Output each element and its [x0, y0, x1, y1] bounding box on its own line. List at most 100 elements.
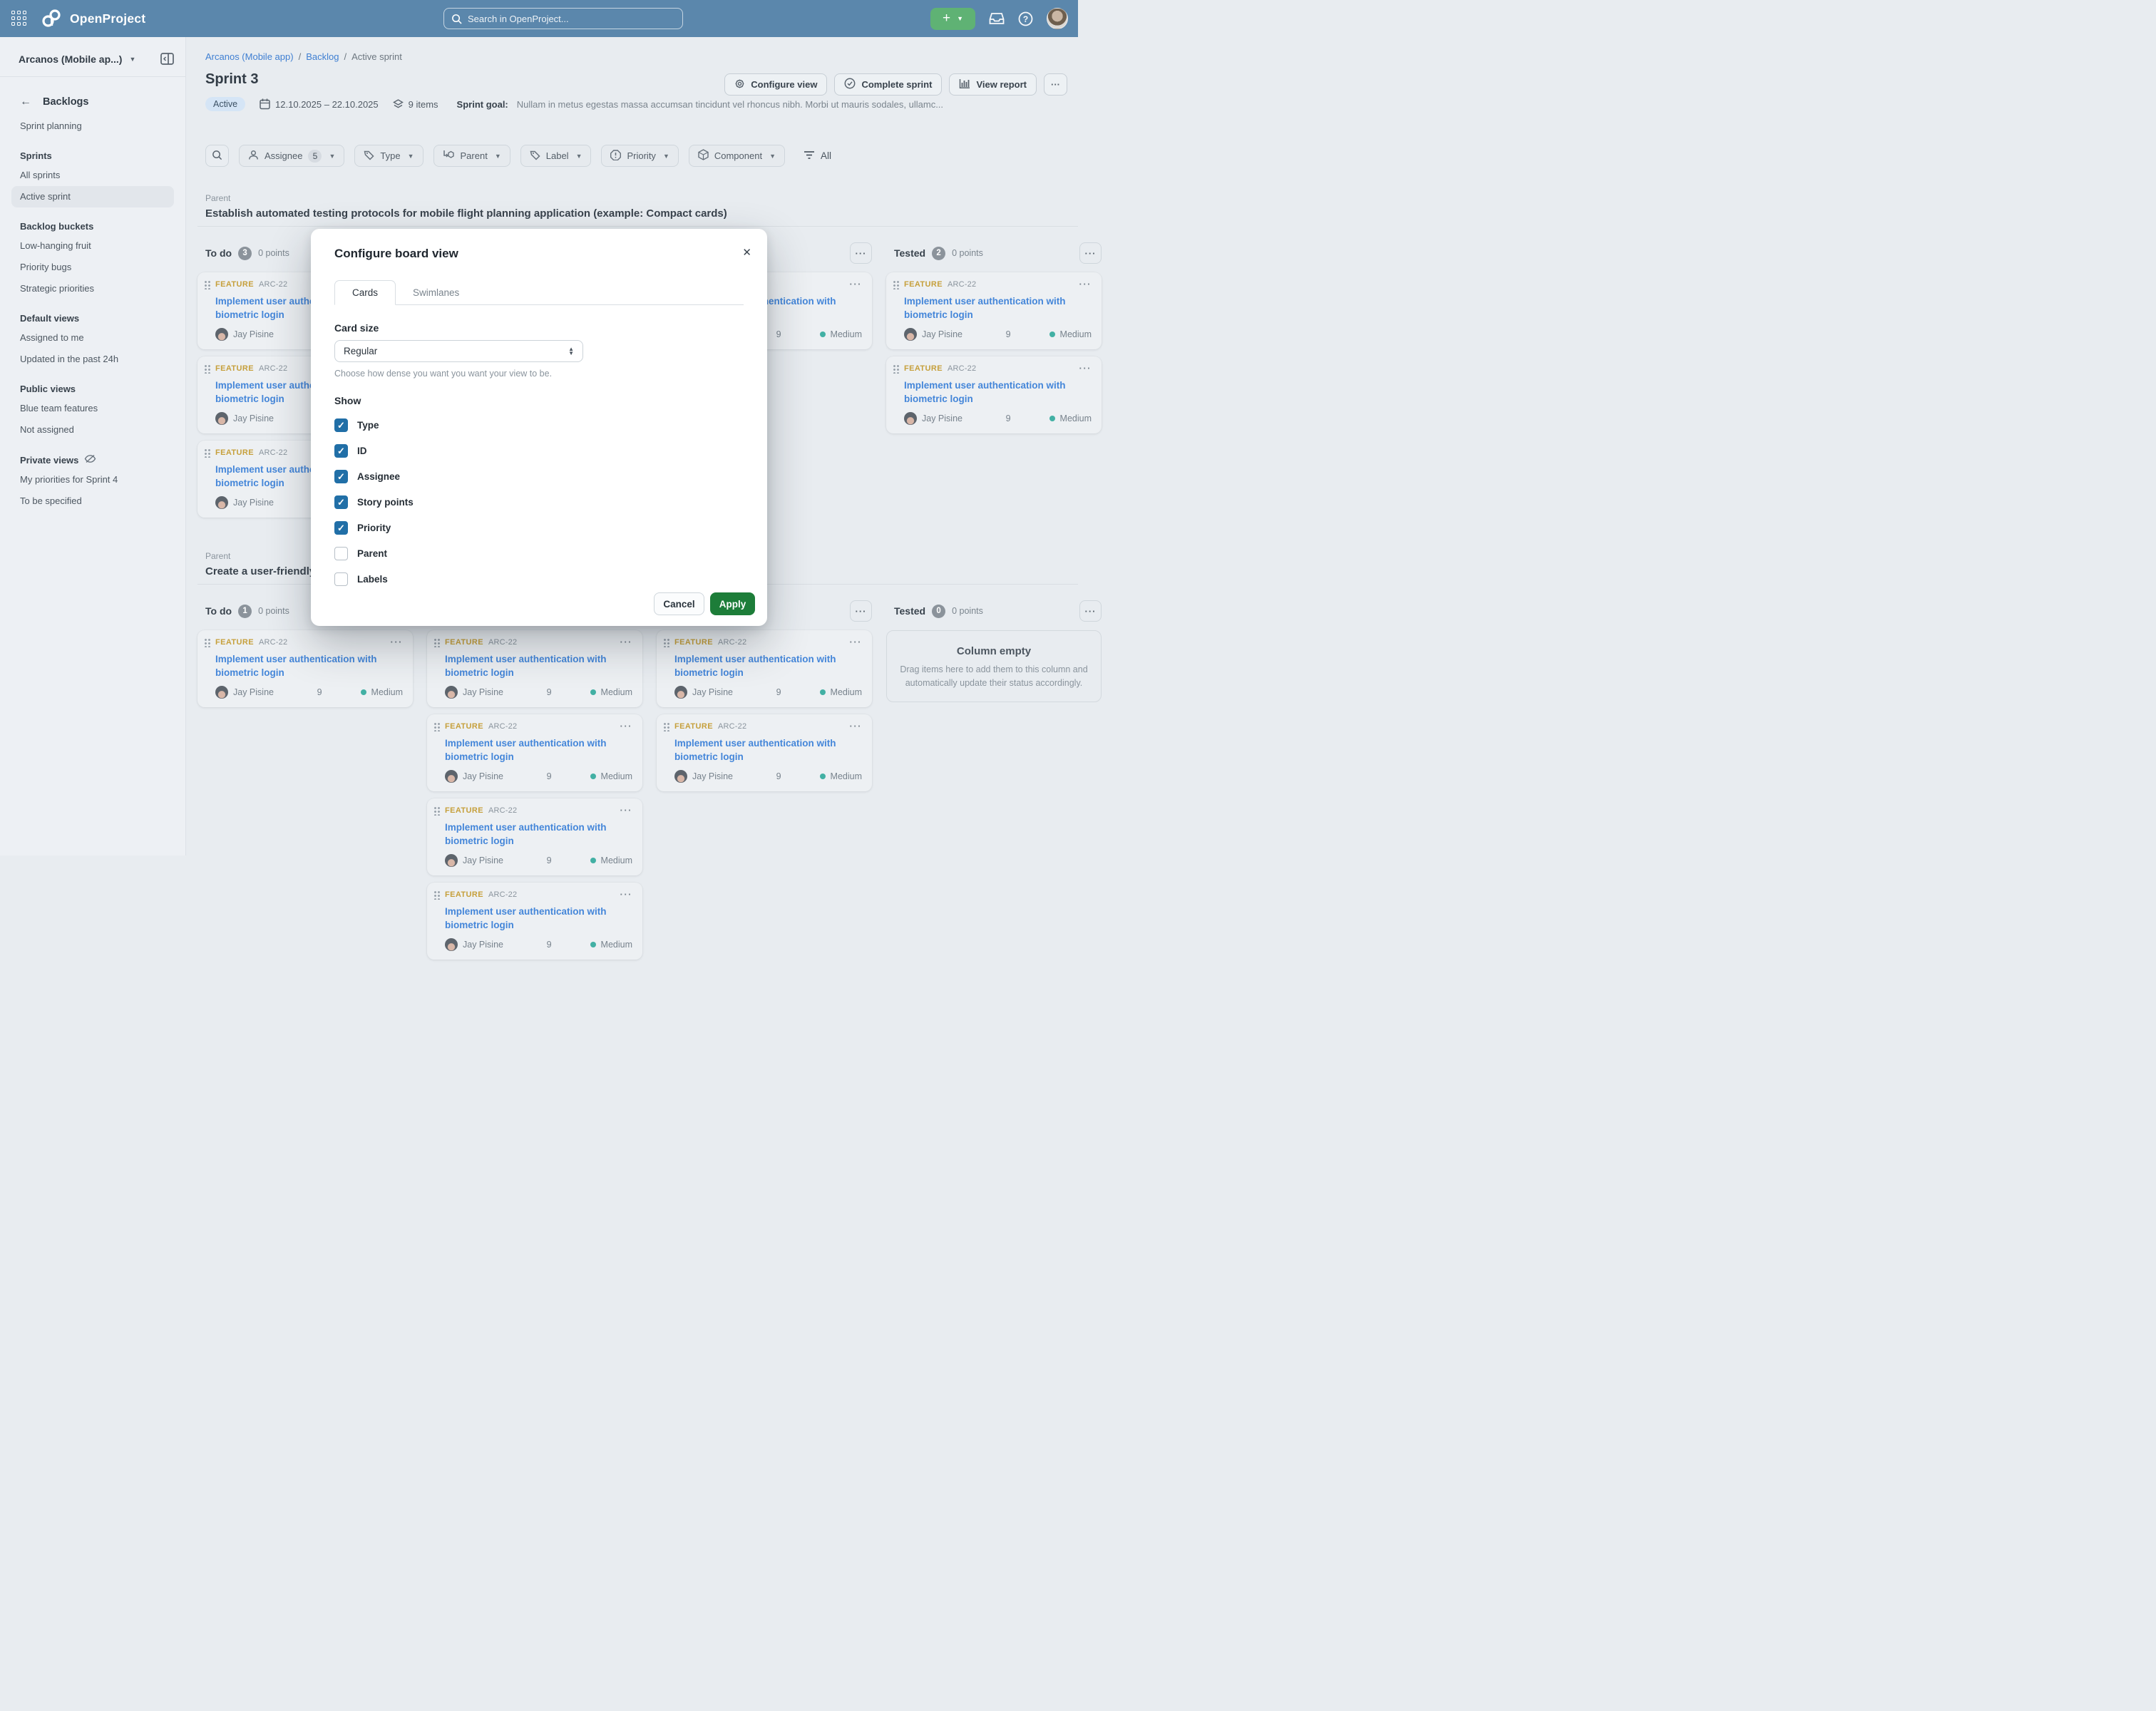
- filter-assignee-dropdown[interactable]: Assignee5▼: [239, 145, 344, 167]
- inbox-icon[interactable]: [989, 11, 1005, 26]
- checkbox-row-type[interactable]: ✓Type: [334, 418, 744, 432]
- checkbox-checked-icon[interactable]: ✓: [334, 470, 348, 483]
- card-menu-button[interactable]: ···: [620, 724, 633, 729]
- card-title-link[interactable]: Implement user authentication with biome…: [904, 294, 1092, 322]
- column-menu-button[interactable]: ···: [850, 600, 872, 622]
- work-package-card[interactable]: FEATUREARC-22···Implement user authentic…: [886, 356, 1102, 433]
- card-menu-button[interactable]: ···: [620, 892, 633, 898]
- filter-label-dropdown[interactable]: Label▼: [520, 145, 592, 167]
- sidebar-item-all-sprints[interactable]: All sprints: [20, 165, 177, 186]
- work-package-card[interactable]: FEATUREARC-22···Implement user authentic…: [427, 630, 642, 707]
- help-icon[interactable]: ?: [1018, 11, 1033, 26]
- card-size-select[interactable]: Regular ▲▼: [334, 340, 583, 362]
- card-menu-button[interactable]: ···: [850, 639, 863, 645]
- tab-cards[interactable]: Cards: [334, 280, 396, 305]
- drag-handle-icon[interactable]: [893, 279, 899, 289]
- work-package-card[interactable]: FEATUREARC-22···Implement user authentic…: [427, 883, 642, 960]
- drag-handle-icon[interactable]: [204, 364, 210, 374]
- view-report-button[interactable]: View report: [949, 73, 1037, 96]
- card-title-link[interactable]: Implement user authentication with biome…: [445, 821, 632, 848]
- apply-button[interactable]: Apply: [710, 592, 755, 615]
- column-menu-button[interactable]: ···: [1079, 600, 1102, 622]
- work-package-card[interactable]: FEATUREARC-22···Implement user authentic…: [427, 714, 642, 791]
- openproject-logo[interactable]: OpenProject: [42, 9, 145, 28]
- back-arrow-icon[interactable]: ←: [20, 96, 31, 108]
- user-avatar[interactable]: [1047, 8, 1068, 29]
- checkbox-row-parent[interactable]: Parent: [334, 547, 744, 560]
- sidebar-item-active-sprint[interactable]: Active sprint: [11, 186, 174, 207]
- card-menu-button[interactable]: ···: [850, 724, 863, 729]
- card-menu-button[interactable]: ···: [620, 639, 633, 645]
- project-selector[interactable]: Arcanos (Mobile ap...): [19, 53, 122, 65]
- sidebar-item-low-hanging-fruit[interactable]: Low-hanging fruit: [20, 235, 177, 257]
- sidebar-item-priority-bugs[interactable]: Priority bugs: [20, 257, 177, 278]
- sidebar-item-not-assigned[interactable]: Not assigned: [20, 419, 177, 441]
- checkbox-unchecked-icon[interactable]: [334, 572, 348, 586]
- global-search[interactable]: [443, 8, 683, 29]
- filter-search-button[interactable]: [205, 145, 229, 167]
- work-package-card[interactable]: FEATUREARC-22···Implement user authentic…: [657, 630, 872, 707]
- breadcrumb-link[interactable]: Arcanos (Mobile app): [205, 51, 294, 62]
- checkbox-row-id[interactable]: ✓ID: [334, 444, 744, 458]
- drag-handle-icon[interactable]: [893, 364, 899, 374]
- checkbox-checked-icon[interactable]: ✓: [334, 444, 348, 458]
- drag-handle-icon[interactable]: [433, 637, 440, 647]
- drag-handle-icon[interactable]: [663, 721, 669, 731]
- search-input[interactable]: [468, 14, 675, 24]
- drag-handle-icon[interactable]: [204, 448, 210, 458]
- card-menu-button[interactable]: ···: [1079, 366, 1092, 371]
- sidebar-item-blue-team-features[interactable]: Blue team features: [20, 398, 177, 419]
- checkbox-row-labels[interactable]: Labels: [334, 572, 744, 586]
- card-title-link[interactable]: Implement user authentication with biome…: [445, 652, 632, 679]
- checkbox-checked-icon[interactable]: ✓: [334, 495, 348, 509]
- collapse-sidebar-icon[interactable]: [160, 53, 174, 65]
- close-icon[interactable]: ✕: [742, 246, 751, 259]
- complete-sprint-button[interactable]: Complete sprint: [834, 73, 942, 96]
- filter-all-button[interactable]: All: [804, 150, 831, 162]
- card-title-link[interactable]: Implement user authentication with biome…: [674, 736, 862, 764]
- filter-parent-dropdown[interactable]: Parent▼: [433, 145, 510, 167]
- breadcrumb-link[interactable]: Backlog: [306, 51, 339, 62]
- column-menu-button[interactable]: ···: [850, 242, 872, 264]
- drag-handle-icon[interactable]: [204, 637, 210, 647]
- checkbox-unchecked-icon[interactable]: [334, 547, 348, 560]
- sidebar-item-strategic-priorities[interactable]: Strategic priorities: [20, 278, 177, 299]
- card-menu-button[interactable]: ···: [1079, 282, 1092, 287]
- card-title-link[interactable]: Implement user authentication with biome…: [445, 736, 632, 764]
- card-menu-button[interactable]: ···: [391, 639, 404, 645]
- card-menu-button[interactable]: ···: [620, 808, 633, 813]
- sidebar-item-to-be-specified[interactable]: To be specified: [20, 490, 177, 512]
- checkbox-row-assignee[interactable]: ✓Assignee: [334, 470, 744, 483]
- checkbox-row-priority[interactable]: ✓Priority: [334, 521, 744, 535]
- card-title-link[interactable]: Implement user authentication with biome…: [445, 905, 632, 932]
- more-actions-button[interactable]: ···: [1044, 73, 1067, 96]
- drag-handle-icon[interactable]: [663, 637, 669, 647]
- sidebar-item-assigned-to-me[interactable]: Assigned to me: [20, 327, 177, 349]
- drag-handle-icon[interactable]: [204, 279, 210, 289]
- sidebar-item-my-priorities-for-sprint-4[interactable]: My priorities for Sprint 4: [20, 469, 177, 490]
- card-title-link[interactable]: Implement user authentication with biome…: [215, 652, 403, 679]
- cancel-button[interactable]: Cancel: [654, 592, 704, 615]
- configure-view-button[interactable]: Configure view: [724, 73, 827, 96]
- work-package-card[interactable]: FEATUREARC-22···Implement user authentic…: [197, 630, 413, 707]
- filter-type-dropdown[interactable]: Type▼: [354, 145, 423, 167]
- checkbox-checked-icon[interactable]: ✓: [334, 521, 348, 535]
- sidebar-item-sprint-planning[interactable]: Sprint planning: [20, 115, 177, 137]
- drag-handle-icon[interactable]: [433, 806, 440, 816]
- app-grid-icon[interactable]: [11, 10, 28, 27]
- drag-handle-icon[interactable]: [433, 721, 440, 731]
- checkbox-row-story-points[interactable]: ✓Story points: [334, 495, 744, 509]
- card-title-link[interactable]: Implement user authentication with biome…: [674, 652, 862, 679]
- work-package-card[interactable]: FEATUREARC-22···Implement user authentic…: [886, 272, 1102, 349]
- tab-swimlanes[interactable]: Swimlanes: [396, 281, 476, 304]
- checkbox-checked-icon[interactable]: ✓: [334, 418, 348, 432]
- add-button[interactable]: + ▼: [930, 8, 975, 30]
- filter-component-dropdown[interactable]: Component▼: [689, 145, 785, 167]
- card-menu-button[interactable]: ···: [850, 282, 863, 287]
- column-menu-button[interactable]: ···: [1079, 242, 1102, 264]
- empty-column-dropzone[interactable]: Column emptyDrag items here to add them …: [886, 630, 1102, 702]
- filter-priority-dropdown[interactable]: Priority▼: [601, 145, 678, 167]
- drag-handle-icon[interactable]: [433, 890, 440, 900]
- sidebar-item-updated-in-the-past-24h[interactable]: Updated in the past 24h: [20, 349, 177, 370]
- card-title-link[interactable]: Implement user authentication with biome…: [904, 379, 1092, 406]
